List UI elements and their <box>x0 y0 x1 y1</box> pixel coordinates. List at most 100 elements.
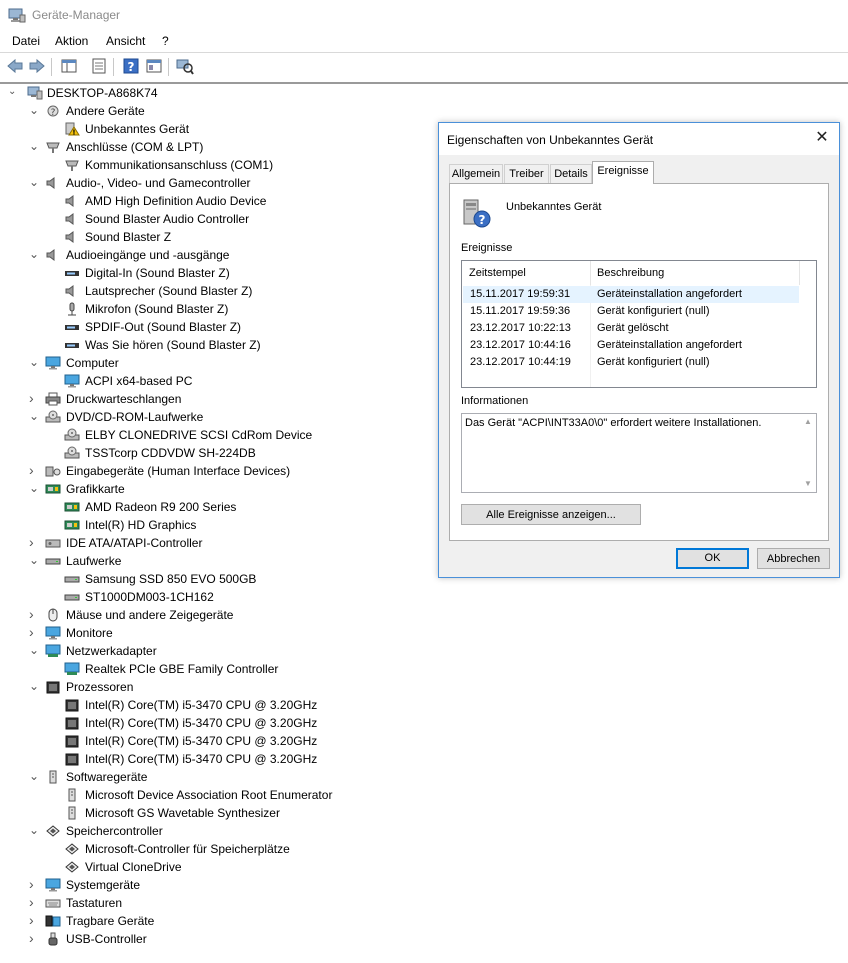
tree-device[interactable]: Lautsprecher (Sound Blaster Z) <box>0 282 440 300</box>
chevron-right-icon[interactable]: › <box>29 463 39 477</box>
tab-ereignisse[interactable]: Ereignisse <box>592 161 654 184</box>
tree-device[interactable]: Virtual CloneDrive <box>0 858 440 876</box>
properties-icon[interactable] <box>90 57 108 75</box>
tree-device[interactable]: AMD Radeon R9 200 Series <box>0 498 440 516</box>
menu-aktion[interactable]: Aktion <box>55 34 88 48</box>
chevron-down-icon[interactable]: ⌄ <box>29 482 39 494</box>
tab-details[interactable]: Details <box>550 164 592 184</box>
tree-device[interactable]: Microsoft Device Association Root Enumer… <box>0 786 440 804</box>
tree-category[interactable]: ⌄? Andere Geräte <box>0 102 440 120</box>
menu-ansicht[interactable]: Ansicht <box>106 34 145 48</box>
forward-icon[interactable] <box>28 57 46 75</box>
tree-category[interactable]: › Tragbare Geräte <box>0 912 440 930</box>
chevron-down-icon[interactable]: ⌄ <box>29 248 39 260</box>
chevron-right-icon[interactable]: › <box>29 895 39 909</box>
tree-category[interactable]: › Tastaturen <box>0 894 440 912</box>
info-textbox[interactable]: Das Gerät "ACPI\INT33A0\0" erfordert wei… <box>461 413 817 493</box>
tree-device[interactable]: Mikrofon (Sound Blaster Z) <box>0 300 440 318</box>
event-row[interactable]: 23.12.2017 10:22:13 Gerät gelöscht <box>463 320 799 337</box>
column-header-timestamp[interactable]: Zeitstempel <box>469 267 526 279</box>
tree-device[interactable]: Digital-In (Sound Blaster Z) <box>0 264 440 282</box>
event-row[interactable]: 23.12.2017 10:44:19 Gerät konfiguriert (n… <box>463 354 799 371</box>
tree-category[interactable]: ⌄ Audioeingänge und -ausgänge <box>0 246 440 264</box>
tree-category[interactable]: ⌄ Netzwerkadapter <box>0 642 440 660</box>
tree-device[interactable]: Microsoft GS Wavetable Synthesizer <box>0 804 440 822</box>
show-hide-console-tree-icon[interactable] <box>60 57 78 75</box>
chevron-right-icon[interactable]: › <box>29 625 39 639</box>
tree-device[interactable]: Microsoft-Controller für Speicherplätze <box>0 840 440 858</box>
tree-device[interactable]: ELBY CLONEDRIVE SCSI CdRom Device <box>0 426 440 444</box>
chevron-down-icon[interactable]: ⌄ <box>29 356 39 368</box>
tree-device[interactable]: ACPI x64-based PC <box>0 372 440 390</box>
tree-category[interactable]: › Systemgeräte <box>0 876 440 894</box>
menu-datei[interactable]: Datei <box>12 34 40 48</box>
tree-device[interactable]: SPDIF-Out (Sound Blaster Z) <box>0 318 440 336</box>
tree-device[interactable]: ST1000DM003-1CH162 <box>0 588 440 606</box>
tree-category[interactable]: ⌄ Computer <box>0 354 440 372</box>
view-icon[interactable] <box>145 57 163 75</box>
tree-device[interactable]: Realtek PCIe GBE Family Controller <box>0 660 440 678</box>
chevron-down-icon[interactable]: ⌄ <box>29 824 39 836</box>
column-divider[interactable] <box>799 261 800 285</box>
tree-category[interactable]: › USB-Controller <box>0 930 440 948</box>
tree-category[interactable]: ⌄ DVD/CD-ROM-Laufwerke <box>0 408 440 426</box>
chevron-right-icon[interactable]: › <box>29 877 39 891</box>
chevron-down-icon[interactable]: ⌄ <box>29 554 39 566</box>
cancel-button[interactable]: Abbrechen <box>757 548 830 569</box>
tree-category[interactable]: ⌄ Grafikkarte <box>0 480 440 498</box>
tree-device[interactable]: Intel(R) Core(TM) i5-3470 CPU @ 3.20GHz <box>0 750 440 768</box>
chevron-down-icon[interactable]: ⌄ <box>29 680 39 692</box>
help-icon[interactable]: ? <box>122 57 140 75</box>
show-all-events-button[interactable]: Alle Ereignisse anzeigen... <box>461 504 641 525</box>
chevron-down-icon[interactable]: ⌄ <box>29 410 39 422</box>
ok-button[interactable]: OK <box>676 548 749 569</box>
menu-help[interactable]: ? <box>162 34 169 48</box>
column-divider[interactable] <box>590 261 591 285</box>
chevron-right-icon[interactable]: › <box>29 535 39 549</box>
chevron-right-icon[interactable]: › <box>29 391 39 405</box>
tree-device[interactable]: Sound Blaster Audio Controller <box>0 210 440 228</box>
tree-category[interactable]: › Eingabegeräte (Human Interface Devices) <box>0 462 440 480</box>
tree-category[interactable]: › Druckwarteschlangen <box>0 390 440 408</box>
event-row[interactable]: 23.12.2017 10:44:16 Geräteinstallation an… <box>463 337 799 354</box>
tab-allgemein[interactable]: Allgemein <box>449 164 503 184</box>
tree-category[interactable]: ⌄ Audio-, Video- und Gamecontroller <box>0 174 440 192</box>
tree-device[interactable]: Intel(R) Core(TM) i5-3470 CPU @ 3.20GHz <box>0 714 440 732</box>
events-list[interactable]: Zeitstempel Beschreibung 15.11.2017 19:5… <box>461 260 817 388</box>
scroll-down-icon[interactable]: ▼ <box>803 479 813 489</box>
chevron-down-icon[interactable]: ⌄ <box>29 770 39 782</box>
tree-category[interactable]: ⌄ Speichercontroller <box>0 822 440 840</box>
tree-device[interactable]: TSSTcorp CDDVDW SH-224DB <box>0 444 440 462</box>
chevron-right-icon[interactable]: › <box>29 913 39 927</box>
tree-device[interactable]: Intel(R) Core(TM) i5-3470 CPU @ 3.20GHz <box>0 732 440 750</box>
tree-category[interactable]: ⌄ Anschlüsse (COM & LPT) <box>0 138 440 156</box>
tree-device[interactable]: Kommunikationsanschluss (COM1) <box>0 156 440 174</box>
event-row[interactable]: 15.11.2017 19:59:31 Geräteinstallation an… <box>463 286 799 303</box>
tab-treiber[interactable]: Treiber <box>504 164 549 184</box>
tree-category[interactable]: › Mäuse und andere Zeigegeräte <box>0 606 440 624</box>
tree-device[interactable]: Samsung SSD 850 EVO 500GB <box>0 570 440 588</box>
scan-hardware-icon[interactable] <box>176 57 194 75</box>
chevron-right-icon[interactable]: › <box>29 607 39 621</box>
tree-device[interactable]: Intel(R) Core(TM) i5-3470 CPU @ 3.20GHz <box>0 696 440 714</box>
chevron-right-icon[interactable]: › <box>29 931 39 945</box>
chevron-down-icon[interactable]: ⌄ <box>8 87 18 97</box>
tree-category[interactable]: › IDE ATA/ATAPI-Controller <box>0 534 440 552</box>
event-row[interactable]: 15.11.2017 19:59:36 Gerät konfiguriert (n… <box>463 303 799 320</box>
scroll-up-icon[interactable]: ▲ <box>803 417 813 427</box>
column-header-description[interactable]: Beschreibung <box>597 267 664 279</box>
tree-category[interactable]: ⌄ Softwaregeräte <box>0 768 440 786</box>
chevron-down-icon[interactable]: ⌄ <box>29 176 39 188</box>
chevron-down-icon[interactable]: ⌄ <box>29 140 39 152</box>
chevron-down-icon[interactable]: ⌄ <box>29 644 39 656</box>
tree-device[interactable]: Intel(R) HD Graphics <box>0 516 440 534</box>
tree-category[interactable]: ⌄ Laufwerke <box>0 552 440 570</box>
tree-category[interactable]: › Monitore <box>0 624 440 642</box>
tree-device[interactable]: Was Sie hören (Sound Blaster Z) <box>0 336 440 354</box>
tree-device[interactable]: Sound Blaster Z <box>0 228 440 246</box>
chevron-down-icon[interactable]: ⌄ <box>29 104 39 116</box>
tree-category[interactable]: ⌄ Prozessoren <box>0 678 440 696</box>
tree-root[interactable]: ⌄ DESKTOP-A868K74 <box>0 84 440 102</box>
tree-device[interactable]: ! Unbekanntes Gerät <box>0 120 440 138</box>
back-icon[interactable] <box>6 57 24 75</box>
